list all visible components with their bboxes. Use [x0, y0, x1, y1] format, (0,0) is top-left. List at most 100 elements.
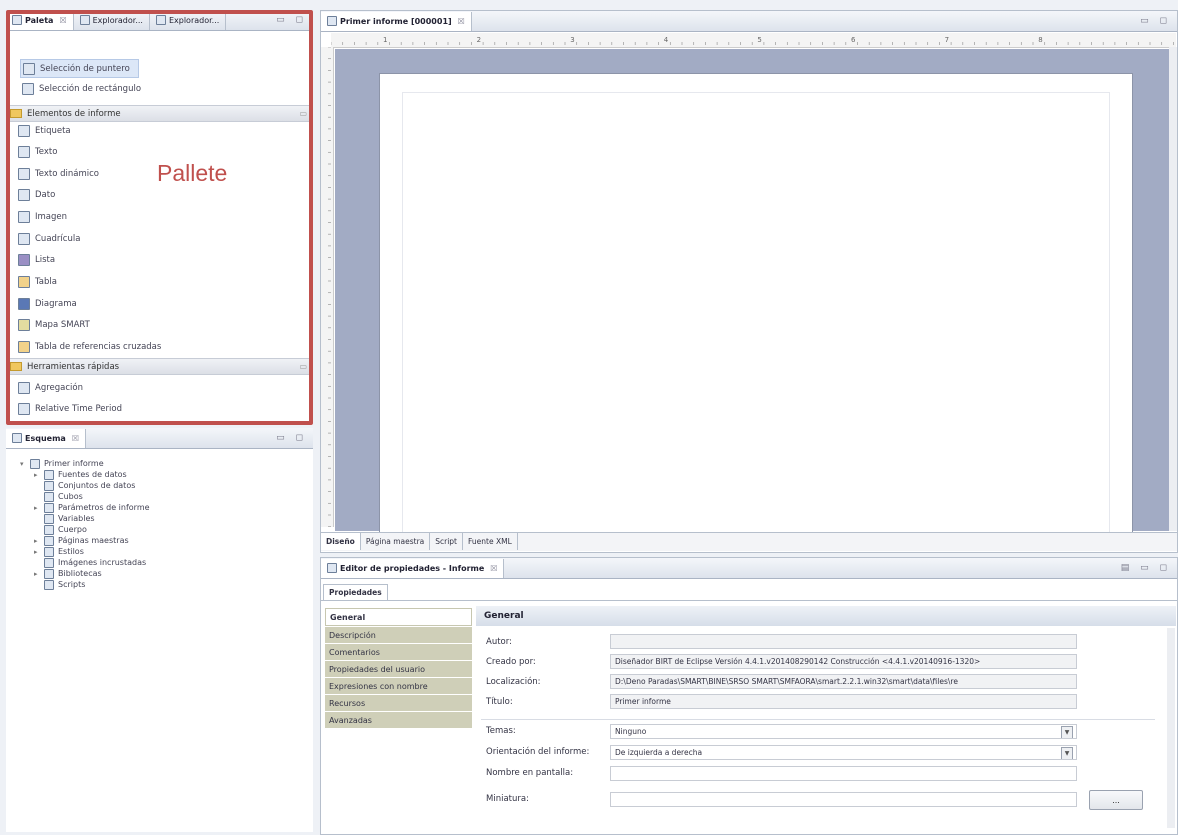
themes-select[interactable]: Ninguno ▼ [610, 724, 1077, 739]
tab-resource-explorer[interactable]: Explorador... [150, 10, 227, 30]
rectangle-selection-label: Selección de rectángulo [39, 83, 142, 94]
tree-toggle-icon[interactable]: ▸ [34, 570, 40, 578]
tree-toggle-icon[interactable]: ▸ [34, 504, 40, 512]
tab-xml-source[interactable]: Fuente XML [463, 533, 518, 550]
category-named-expressions[interactable]: Expresiones con nombre [325, 678, 472, 694]
tab-palette[interactable]: Paleta ☒ [6, 10, 74, 30]
tree-toggle-icon[interactable]: ▸ [34, 471, 40, 479]
created-by-field[interactable]: Diseñador BIRT de Eclipse Versión 4.4.1.… [610, 654, 1077, 669]
themes-select-value: Ninguno [615, 727, 647, 736]
text-icon [18, 145, 30, 158]
editor-bottom-tabs: Diseño Página maestra Script Fuente XML [321, 532, 1177, 551]
chart-icon [18, 297, 30, 310]
explorer-icon [155, 15, 166, 25]
tab-master-page[interactable]: Página maestra [361, 533, 431, 550]
props-window-buttons[interactable]: ▤ ▭ ◻ [1121, 563, 1177, 573]
palette-item-text[interactable]: Texto [18, 143, 57, 160]
palette-item-grid[interactable]: Cuadrícula [18, 230, 80, 247]
palette-item-text: Agregación [35, 382, 83, 393]
outline-tree-item[interactable]: Scripts [34, 578, 85, 591]
tree-node-label: Imágenes incrustadas [58, 558, 147, 567]
aggregation-icon [18, 381, 30, 394]
page-margin-guide [402, 92, 1110, 543]
tree-node-icon [44, 469, 54, 480]
display-name-field[interactable] [610, 766, 1077, 781]
location-label: Localización: [486, 677, 541, 687]
design-canvas[interactable] [335, 49, 1171, 545]
category-comments[interactable]: Comentarios [325, 644, 472, 660]
palette-item-data[interactable]: Dato [18, 186, 55, 203]
report-page[interactable] [379, 73, 1133, 545]
pointer-selection-label: Selección de puntero [40, 63, 130, 74]
orientation-select[interactable]: De izquierda a derecha ▼ [610, 745, 1077, 760]
palette-item-chart[interactable]: Diagrama [18, 295, 77, 312]
ruler-number: 3 [570, 36, 574, 44]
pointer-selection-tool[interactable]: Selección de puntero [20, 59, 139, 78]
tree-toggle-icon[interactable]: ▸ [34, 548, 40, 556]
tree-toggle-icon[interactable]: ▾ [20, 460, 26, 468]
outline-tabbar: Esquema ☒ ▭ ◻ [6, 428, 313, 449]
tree-node-icon [44, 579, 54, 590]
category-general[interactable]: General [325, 608, 472, 626]
section-report-items[interactable]: Elementos de informe ▭ [6, 105, 313, 122]
chevron-down-icon[interactable]: ▼ [1061, 747, 1073, 759]
collapse-icon[interactable]: ▭ [299, 109, 307, 118]
chevron-down-icon[interactable]: ▼ [1061, 726, 1073, 738]
tab-properties[interactable]: Propiedades [323, 584, 388, 600]
category-advanced[interactable]: Avanzadas [325, 712, 472, 728]
crosstab-icon [18, 340, 30, 353]
palette-item-text: Etiqueta [35, 125, 71, 136]
palette-item-relative-time-period[interactable]: Relative Time Period [18, 400, 122, 417]
outline-window-buttons[interactable]: ▭ ◻ [276, 433, 313, 443]
props-vertical-scrollbar[interactable] [1167, 628, 1175, 828]
tree-node-label: Fuentes de datos [58, 470, 127, 479]
palette-item-label[interactable]: Etiqueta [18, 122, 71, 139]
palette-item-aggregation[interactable]: Agregación [18, 379, 83, 396]
palette-item-dynamic-text[interactable]: Texto dinámico [18, 165, 99, 182]
category-user-properties[interactable]: Propiedades del usuario [325, 661, 472, 677]
tab-palette-label: Paleta [25, 15, 54, 25]
tree-toggle-icon[interactable]: ▸ [34, 537, 40, 545]
palette-item-text: Tabla de referencias cruzadas [35, 341, 162, 352]
section-quick-tools[interactable]: Herramientas rápidas ▭ [6, 358, 313, 375]
created-by-label: Creado por: [486, 657, 536, 667]
field-separator [481, 719, 1155, 720]
tab-outline[interactable]: Esquema ☒ [6, 428, 86, 448]
tab-property-editor[interactable]: Editor de propiedades - Informe ☒ [321, 558, 505, 578]
category-resources[interactable]: Recursos [325, 695, 472, 711]
palette-item-smart-map[interactable]: Mapa SMART [18, 316, 90, 333]
collapse-icon[interactable]: ▭ [299, 362, 307, 371]
close-icon[interactable]: ☒ [490, 564, 497, 573]
rectangle-selection-tool[interactable]: Selección de rectángulo [22, 80, 141, 97]
palette-item-table[interactable]: Tabla [18, 273, 57, 290]
tab-design[interactable]: Diseño [321, 533, 361, 550]
close-icon[interactable]: ☒ [59, 16, 66, 25]
palette-icon [12, 15, 22, 25]
palette-item-crosstab[interactable]: Tabla de referencias cruzadas [18, 338, 161, 355]
tree-node-label: Cubos [58, 492, 83, 501]
location-field[interactable]: D:\Deno Paradas\SMART\BINE\SRSO SMART\SM… [610, 674, 1077, 689]
orientation-select-value: De izquierda a derecha [615, 748, 703, 757]
thumbnail-field[interactable] [610, 792, 1077, 807]
palette-item-text: Texto dinámico [35, 168, 99, 179]
editor-vertical-scrollbar[interactable] [1169, 47, 1177, 531]
close-icon[interactable]: ☒ [72, 434, 79, 443]
browse-thumbnail-button[interactable]: ... [1089, 790, 1143, 810]
author-field[interactable] [610, 634, 1077, 649]
tab-data-explorer[interactable]: Explorador... [74, 10, 150, 30]
props-tabbar: Editor de propiedades - Informe ☒ ▤ ▭ ◻ [321, 558, 1177, 579]
close-icon[interactable]: ☒ [458, 17, 465, 26]
category-description[interactable]: Descripción [325, 627, 472, 643]
palette-item-text: Imagen [35, 211, 68, 222]
explorer-icon [79, 15, 90, 25]
vertical-ruler-ticks [328, 47, 331, 527]
title-field[interactable]: Primer informe [610, 694, 1077, 709]
editor-window-buttons[interactable]: ▭ ◻ [1140, 16, 1177, 26]
palette-item-image[interactable]: Imagen [18, 208, 67, 225]
palette-window-buttons[interactable]: ▭ ◻ [276, 15, 313, 25]
palette-item-text: Relative Time Period [35, 403, 122, 414]
tab-report-editor[interactable]: Primer informe [000001] ☒ [321, 11, 472, 31]
report-icon [327, 16, 337, 26]
tab-script[interactable]: Script [430, 533, 464, 550]
palette-item-list[interactable]: Lista [18, 251, 55, 268]
